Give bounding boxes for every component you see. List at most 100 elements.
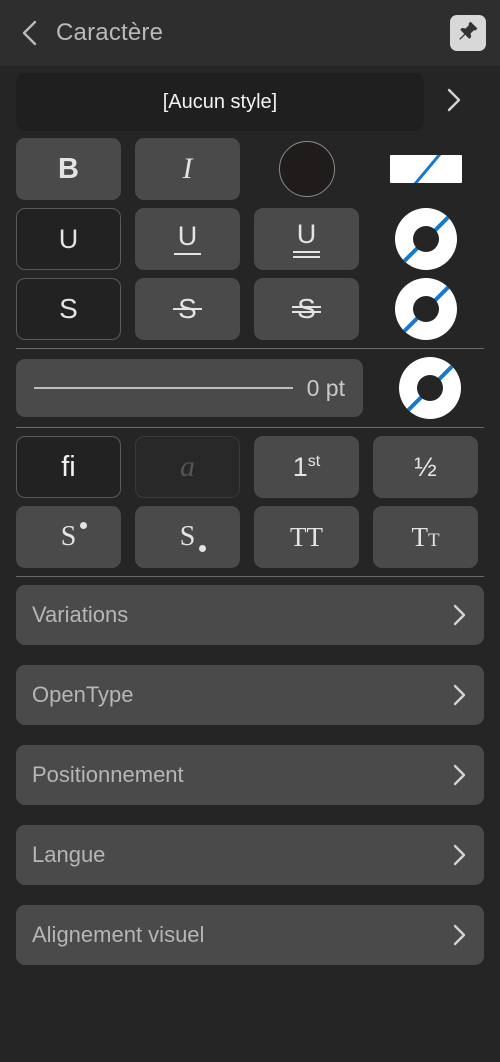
stroke-color-button[interactable]: [377, 357, 482, 419]
list-item-label: Langue: [32, 842, 106, 867]
donut-swatch-icon: [394, 208, 457, 270]
fractions-button[interactable]: ½: [373, 436, 478, 498]
strike-bar: [173, 308, 202, 310]
subscript-glyph: S: [179, 521, 207, 553]
chevron-right-icon: [452, 682, 468, 708]
all-caps-label: TT: [290, 521, 323, 552]
bold-button[interactable]: B: [16, 138, 121, 200]
bold-label: B: [58, 152, 79, 185]
pin-icon: [456, 19, 480, 48]
small-caps-glyph: TT: [411, 522, 439, 553]
strikethrough-double-label: S: [297, 293, 316, 324]
strikethrough-row: S S S: [0, 278, 500, 340]
text-stroke-color-button[interactable]: [373, 138, 478, 200]
ordinal-glyph: 1st: [292, 451, 321, 482]
italic-button[interactable]: I: [135, 138, 240, 200]
strike-bar-bottom: [292, 311, 321, 314]
donut-hole: [412, 296, 439, 322]
list-item-variations[interactable]: Variations: [16, 585, 484, 645]
text-fill-color-button[interactable]: [254, 138, 359, 200]
stroke-width-value: 0 pt: [306, 374, 345, 401]
panel-header: Caractère: [0, 0, 500, 66]
subscript-dot: [199, 545, 207, 552]
underline-none-label: U: [58, 223, 79, 254]
superscript-glyph: S: [60, 521, 88, 553]
ordinal-number: 1: [292, 451, 308, 482]
underline-double-glyph: U: [293, 218, 320, 258]
all-caps-button[interactable]: TT: [254, 506, 359, 568]
chevron-right-icon: [446, 86, 462, 119]
subscript-label: S: [179, 521, 196, 552]
underline-single-button[interactable]: U: [135, 208, 240, 270]
list-item-label: Alignement visuel: [32, 922, 205, 947]
list-item-label: Variations: [32, 602, 129, 627]
page-title: Caractère: [56, 19, 164, 46]
ligature-label: fi: [61, 450, 76, 483]
superscript-button[interactable]: S: [16, 506, 121, 568]
fraction-label: ½: [414, 451, 437, 482]
list-item-alignement-visuel[interactable]: Alignement visuel: [16, 905, 484, 965]
subscript-button[interactable]: S: [135, 506, 240, 568]
strike-bar-top: [292, 305, 321, 308]
strikethrough-single-button[interactable]: S: [135, 278, 240, 340]
style-selector-row: [Aucun style]: [0, 66, 500, 138]
swash-label: a: [180, 450, 195, 483]
underline-color-button[interactable]: [373, 208, 478, 270]
underline-single-glyph: U: [174, 223, 201, 255]
style-selector-label: [Aucun style]: [162, 90, 278, 113]
case-row: S S TT TT: [0, 506, 500, 568]
divider: [16, 427, 484, 428]
list-item-langue[interactable]: Langue: [16, 825, 484, 885]
pin-panel-button[interactable]: [450, 15, 486, 51]
donut-hole: [412, 226, 439, 252]
stroke-row: 0 pt: [0, 357, 500, 419]
ordinal-suffix: st: [307, 452, 321, 470]
superscript-label: S: [60, 521, 77, 552]
color-circle-icon: [278, 141, 335, 197]
chevron-right-icon: [452, 842, 468, 868]
chevron-right-icon: [452, 922, 468, 948]
underline-none-glyph: U: [58, 223, 79, 254]
submenu-list: Variations OpenType Positionnement Langu…: [0, 585, 500, 965]
divider: [16, 576, 484, 577]
list-item-opentype[interactable]: OpenType: [16, 665, 484, 725]
underline-single-label: U: [177, 221, 198, 251]
swash-button: a: [135, 436, 240, 498]
back-button[interactable]: [16, 16, 42, 50]
chevron-left-icon: [21, 19, 38, 47]
strikethrough-double-glyph: S: [292, 293, 321, 324]
donut-swatch-icon: [394, 278, 457, 340]
strikethrough-color-button[interactable]: [373, 278, 478, 340]
strikethrough-single-glyph: S: [173, 295, 202, 323]
small-caps-small-label: T: [427, 529, 440, 551]
small-caps-label: T: [411, 521, 428, 552]
donut-hole: [416, 375, 443, 401]
strikethrough-none-button[interactable]: S: [16, 278, 121, 340]
list-item-positionnement[interactable]: Positionnement: [16, 745, 484, 805]
chevron-right-icon: [452, 762, 468, 788]
list-item-label: Positionnement: [32, 762, 184, 787]
underline-rule-bottom: [293, 255, 320, 258]
chevron-right-icon: [452, 602, 468, 628]
list-item-label: OpenType: [32, 682, 134, 707]
typography-row: fi a 1st ½: [0, 436, 500, 498]
strikethrough-none-label: S: [59, 293, 78, 324]
style-selector-button[interactable]: [Aucun style]: [16, 73, 424, 131]
ligatures-button[interactable]: fi: [16, 436, 121, 498]
stroke-preview-line: [34, 387, 293, 389]
donut-swatch-icon: [398, 357, 461, 419]
strikethrough-double-button[interactable]: S: [254, 278, 359, 340]
format-row: B I: [0, 138, 500, 200]
underline-double-label: U: [296, 218, 317, 249]
underline-row: U U U: [0, 208, 500, 270]
underline-none-button[interactable]: U: [16, 208, 121, 270]
italic-label: I: [182, 152, 193, 185]
underline-double-button[interactable]: U: [254, 208, 359, 270]
underline-rule-top: [293, 250, 320, 253]
stroke-width-slider[interactable]: 0 pt: [16, 359, 363, 417]
small-caps-button[interactable]: TT: [373, 506, 478, 568]
divider: [16, 348, 484, 349]
ordinals-button[interactable]: 1st: [254, 436, 359, 498]
superscript-dot: [80, 522, 88, 529]
style-selector-disclosure[interactable]: [424, 86, 484, 119]
